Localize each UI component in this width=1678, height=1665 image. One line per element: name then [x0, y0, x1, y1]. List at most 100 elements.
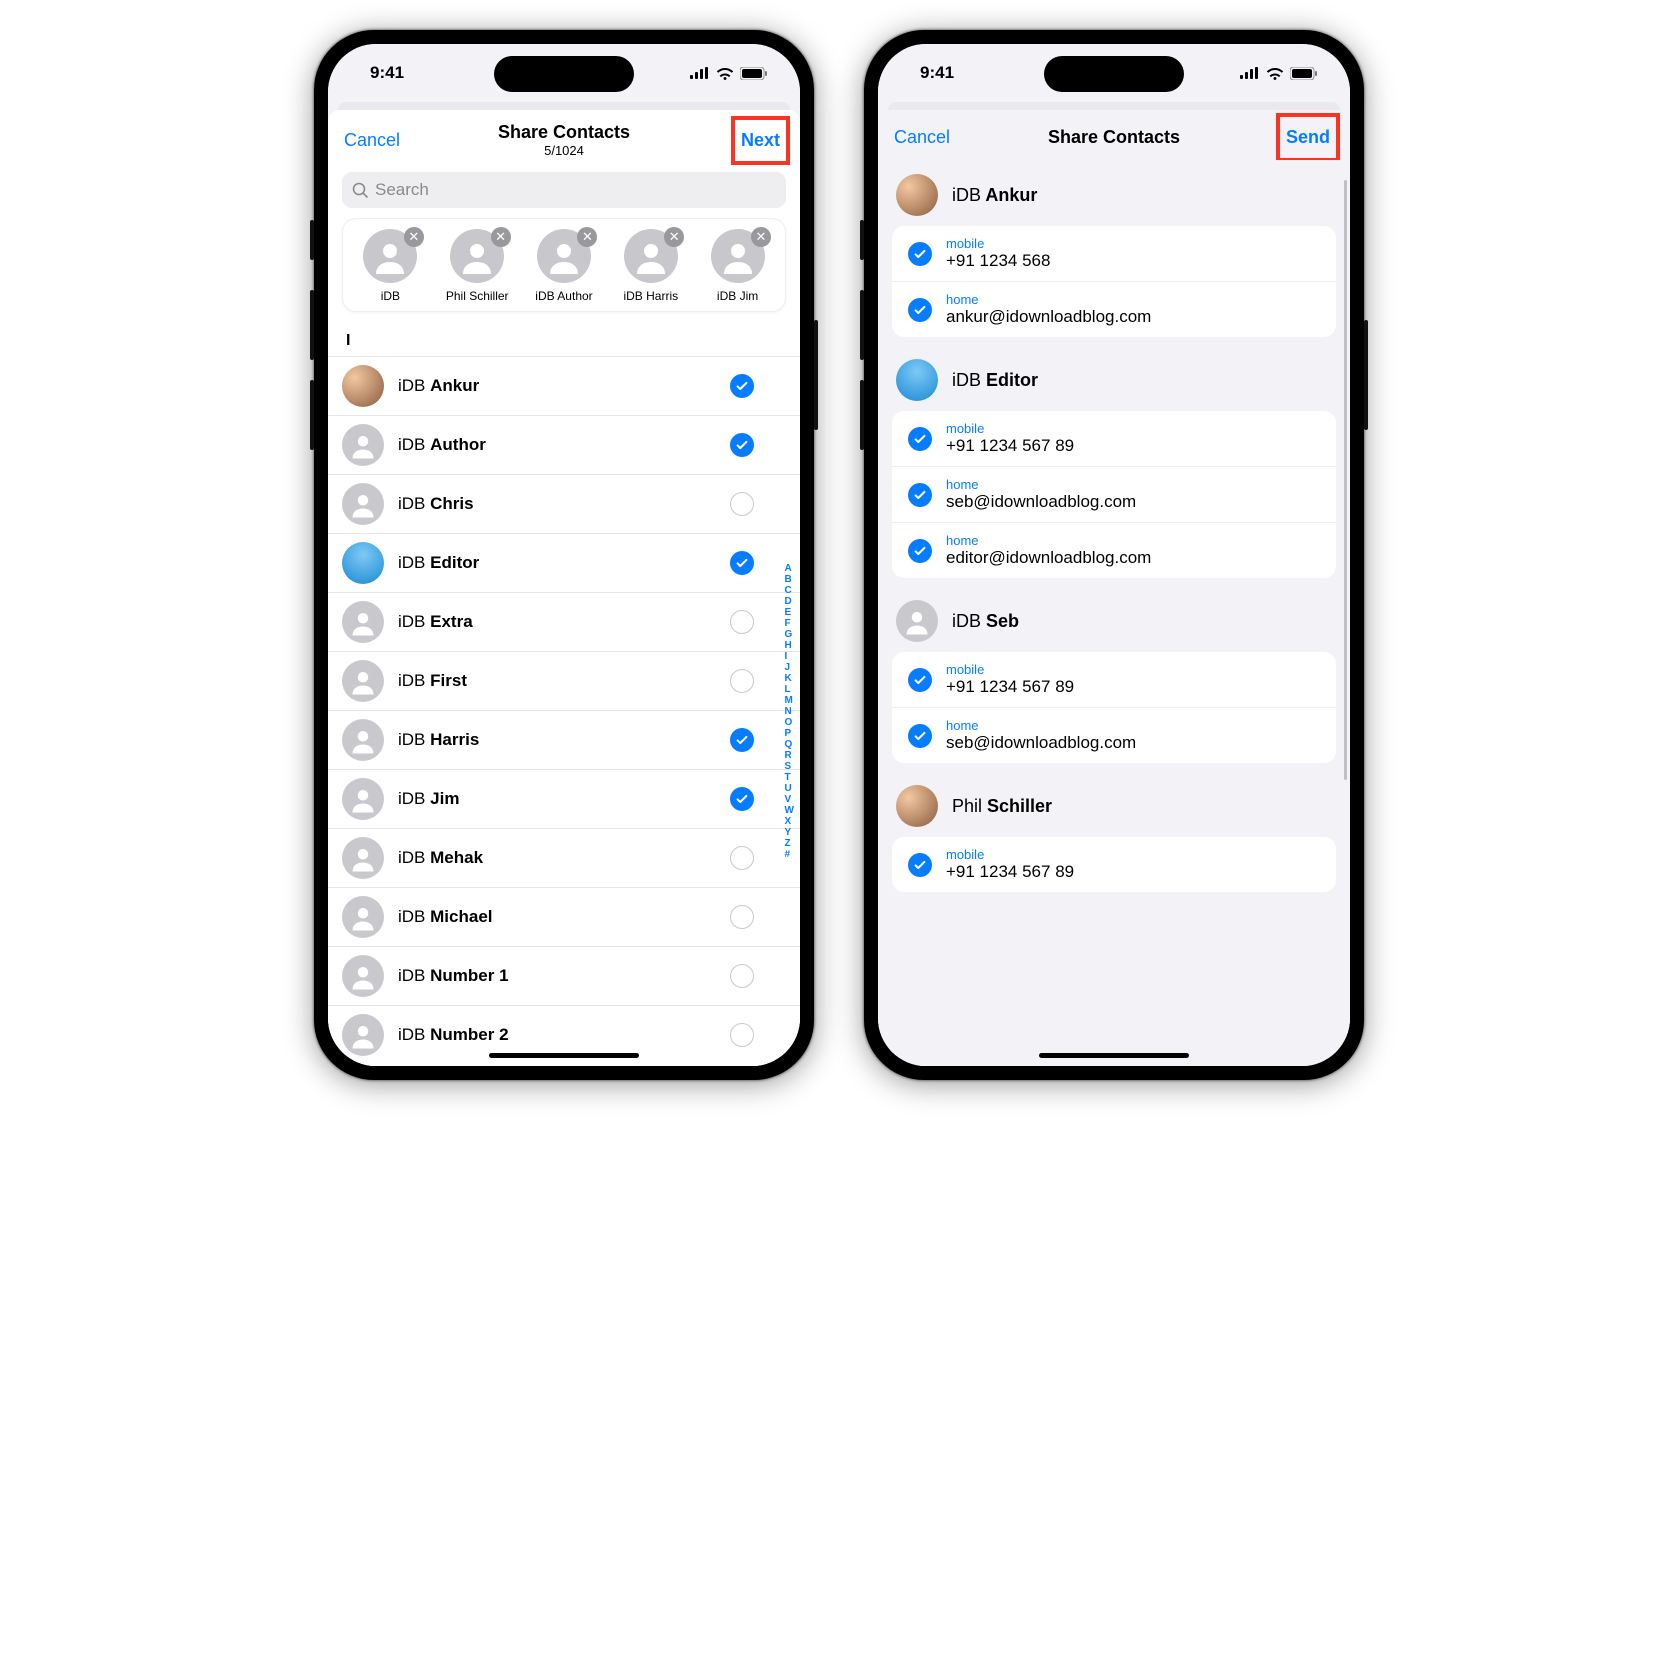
index-letter[interactable]: U [785, 783, 794, 794]
checkbox[interactable] [730, 846, 754, 870]
index-letter[interactable]: K [785, 673, 794, 684]
contact-name: iDB Editor [952, 370, 1038, 391]
index-letter[interactable]: H [785, 640, 794, 651]
index-letter[interactable]: # [785, 849, 794, 860]
selected-chip[interactable]: ✕ Phil Schiller [436, 229, 519, 303]
index-letter[interactable]: J [785, 662, 794, 673]
field-value: ankur@idownloadblog.com [946, 307, 1151, 327]
contact-row[interactable]: iDB Ankur [328, 356, 800, 415]
checkbox[interactable] [730, 787, 754, 811]
field-row[interactable]: mobile +91 1234 567 89 [892, 837, 1336, 892]
field-row[interactable]: home editor@idownloadblog.com [892, 522, 1336, 578]
field-checkbox[interactable] [908, 668, 932, 692]
index-letter[interactable]: Y [785, 827, 794, 838]
field-checkbox[interactable] [908, 242, 932, 266]
checkbox[interactable] [730, 1023, 754, 1047]
remove-chip-icon[interactable]: ✕ [751, 227, 771, 247]
selected-chip[interactable]: ✕ iDB Jim [696, 229, 779, 303]
checkbox[interactable] [730, 964, 754, 988]
contact-row[interactable]: iDB Extra [328, 592, 800, 651]
field-row[interactable]: mobile +91 1234 567 89 [892, 652, 1336, 707]
field-label: mobile [946, 236, 1050, 251]
index-letter[interactable]: R [785, 750, 794, 761]
status-indicators [690, 67, 768, 80]
field-row[interactable]: home seb@idownloadblog.com [892, 466, 1336, 522]
index-letter[interactable]: D [785, 596, 794, 607]
remove-chip-icon[interactable]: ✕ [491, 227, 511, 247]
contact-row[interactable]: iDB Mehak [328, 828, 800, 887]
index-letter[interactable]: N [785, 706, 794, 717]
field-row[interactable]: mobile +91 1234 567 89 [892, 411, 1336, 466]
index-letter[interactable]: S [785, 761, 794, 772]
cancel-button[interactable]: Cancel [894, 127, 964, 148]
field-row[interactable]: home seb@idownloadblog.com [892, 707, 1336, 763]
send-button[interactable]: Send [1264, 127, 1334, 148]
remove-chip-icon[interactable]: ✕ [404, 227, 424, 247]
checkbox[interactable] [730, 610, 754, 634]
checkbox[interactable] [730, 551, 754, 575]
index-letter[interactable]: G [785, 629, 794, 640]
index-letter[interactable]: O [785, 717, 794, 728]
field-label: mobile [946, 847, 1074, 862]
index-letter[interactable]: W [785, 805, 794, 816]
next-button[interactable]: Next [714, 130, 784, 151]
field-checkbox[interactable] [908, 298, 932, 322]
index-letter[interactable]: T [785, 772, 794, 783]
cancel-button[interactable]: Cancel [344, 130, 414, 151]
selected-chip[interactable]: ✕ iDB [349, 229, 432, 303]
checkbox[interactable] [730, 492, 754, 516]
nav-bar: Cancel Share Contacts 5/1024 Next [328, 110, 800, 166]
index-letter[interactable]: X [785, 816, 794, 827]
home-indicator[interactable] [489, 1053, 639, 1058]
alpha-index[interactable]: ABCDEFGHIJKLMNOPQRSTUVWXYZ# [783, 356, 796, 1066]
index-letter[interactable]: E [785, 607, 794, 618]
checkbox[interactable] [730, 669, 754, 693]
contact-row[interactable]: iDB First [328, 651, 800, 710]
checkbox[interactable] [730, 905, 754, 929]
contact-row[interactable]: iDB Michael [328, 887, 800, 946]
index-letter[interactable]: I [785, 651, 794, 662]
contact-row[interactable]: iDB Chris [328, 474, 800, 533]
index-letter[interactable]: Z [785, 838, 794, 849]
field-row[interactable]: mobile +91 1234 568 [892, 226, 1336, 281]
search-field[interactable]: Search [342, 172, 786, 208]
contact-avatar [342, 601, 384, 643]
selected-chip[interactable]: ✕ iDB Author [523, 229, 606, 303]
index-letter[interactable]: L [785, 684, 794, 695]
home-indicator[interactable] [1039, 1053, 1189, 1058]
field-label: mobile [946, 421, 1074, 436]
contact-header: iDB Editor [878, 345, 1350, 411]
index-letter[interactable]: V [785, 794, 794, 805]
share-preview-list[interactable]: iDB Ankur mobile +91 1234 568 home ankur… [878, 160, 1350, 1066]
index-letter[interactable]: F [785, 618, 794, 629]
checkbox[interactable] [730, 374, 754, 398]
remove-chip-icon[interactable]: ✕ [664, 227, 684, 247]
scrollbar[interactable] [1344, 180, 1347, 780]
index-letter[interactable]: C [785, 585, 794, 596]
index-letter[interactable]: P [785, 728, 794, 739]
contact-row[interactable]: iDB Jim [328, 769, 800, 828]
cellular-icon [1240, 67, 1260, 79]
field-checkbox[interactable] [908, 539, 932, 563]
remove-chip-icon[interactable]: ✕ [577, 227, 597, 247]
contacts-list[interactable]: ABCDEFGHIJKLMNOPQRSTUVWXYZ# iDB Ankur iD… [328, 356, 800, 1066]
field-checkbox[interactable] [908, 427, 932, 451]
index-letter[interactable]: Q [785, 739, 794, 750]
highlight-next: Next [731, 116, 790, 165]
field-checkbox[interactable] [908, 724, 932, 748]
contact-name: iDB Extra [398, 612, 716, 632]
contact-row[interactable]: iDB Harris [328, 710, 800, 769]
index-letter[interactable]: A [785, 563, 794, 574]
index-letter[interactable]: M [785, 695, 794, 706]
contact-row[interactable]: iDB Author [328, 415, 800, 474]
field-checkbox[interactable] [908, 483, 932, 507]
checkbox[interactable] [730, 728, 754, 752]
field-checkbox[interactable] [908, 853, 932, 877]
contact-row[interactable]: iDB Number 1 [328, 946, 800, 1005]
index-letter[interactable]: B [785, 574, 794, 585]
field-row[interactable]: home ankur@idownloadblog.com [892, 281, 1336, 337]
contact-row[interactable]: iDB Editor [328, 533, 800, 592]
checkbox[interactable] [730, 433, 754, 457]
selected-chip[interactable]: ✕ iDB Harris [609, 229, 692, 303]
dynamic-island [494, 56, 634, 92]
